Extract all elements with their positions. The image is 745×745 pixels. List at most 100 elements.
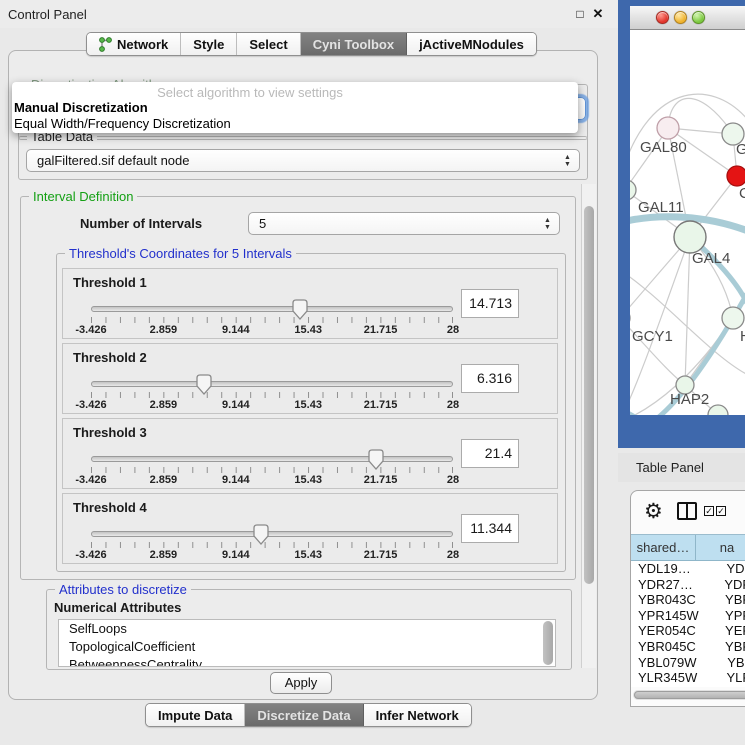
zoom-traffic-light-icon[interactable] — [692, 11, 705, 24]
threshold-1-slider[interactable] — [91, 306, 453, 312]
slider-ticks — [91, 317, 453, 323]
tab-network-label: Network — [117, 37, 168, 52]
control-panel-tabs: Network Style Select Cyni Toolbox jActiv… — [86, 32, 537, 56]
table-data-combobox[interactable]: galFiltered.sif default node ▲▼ — [26, 149, 580, 172]
scale-label: 2.859 — [150, 474, 178, 486]
threshold-4-box: Threshold 4 -3.426 2.859 9.144 15.43 21.… — [62, 493, 558, 564]
attributes-group-label: Attributes to discretize — [55, 582, 191, 597]
slider-ticks — [91, 392, 453, 398]
table-data-value: galFiltered.sif default node — [37, 153, 189, 168]
tab-select[interactable]: Select — [237, 33, 300, 55]
minimize-traffic-light-icon[interactable] — [674, 11, 687, 24]
table-row[interactable]: YLR345W YLR3 — [631, 670, 745, 686]
table-header-row: shared… na — [631, 534, 745, 561]
tab-select-label: Select — [249, 37, 287, 52]
threshold-3-slider[interactable] — [91, 456, 453, 462]
scale-label: 2.859 — [150, 549, 178, 561]
tab-style-label: Style — [193, 37, 224, 52]
node-label-gal4: GAL4 — [692, 250, 730, 267]
tab-network[interactable]: Network — [87, 33, 181, 55]
table-hscrollbar-track[interactable] — [633, 690, 745, 700]
cell-shared-name: YPR145W — [631, 608, 718, 624]
close-traffic-light-icon[interactable] — [656, 11, 669, 24]
thresholds-group-label: Threshold's Coordinates for 5 Intervals — [65, 246, 296, 261]
attributes-scrollbar-thumb[interactable] — [543, 621, 553, 665]
scale-label: -3.426 — [75, 474, 106, 486]
column-header-name[interactable]: na — [696, 535, 745, 561]
select-all-checkbox-icon[interactable]: ✓ — [704, 506, 714, 516]
node-bottom-partial[interactable] — [708, 405, 728, 415]
column-header-shared-name[interactable]: shared… — [631, 535, 696, 561]
network-canvas[interactable]: GAL80 G C GAL11 GAL4 GCY1 H HAP2 — [630, 30, 745, 415]
apply-button[interactable]: Apply — [270, 672, 332, 694]
slider-scale: -3.426 2.859 9.144 15.43 21.715 28 — [91, 399, 453, 413]
cell-shared-name: YER054C — [631, 623, 718, 639]
table-row[interactable]: YDR27… YDR2 — [631, 577, 745, 593]
table-row[interactable]: YBR043C YBR0 — [631, 592, 745, 608]
node-label-partial-g: G — [736, 141, 745, 158]
cell-name: YBL0 — [720, 655, 745, 671]
list-item-selfloops[interactable]: SelfLoops — [59, 620, 555, 638]
combo-stepper-icon: ▲▼ — [563, 154, 572, 168]
table-row[interactable]: YIL052C YIL0 — [631, 686, 745, 687]
num-intervals-value: 5 — [259, 216, 266, 231]
menu-item-manual-discretization[interactable]: Manual Discretization — [14, 100, 148, 115]
table-row[interactable]: YDL19… YDL1 — [631, 561, 745, 577]
scale-label: 28 — [447, 399, 459, 411]
threshold-4-label: Threshold 4 — [73, 500, 147, 515]
cell-shared-name: YDR27… — [631, 577, 717, 593]
tab-discretize-data[interactable]: Discretize Data — [245, 704, 363, 726]
cell-name: YPR1 — [718, 608, 745, 624]
menu-item-equal-width-frequency[interactable]: Equal Width/Frequency Discretization — [14, 116, 231, 131]
node-gal4[interactable] — [674, 221, 706, 253]
threshold-4-value-field[interactable]: 11.344 — [461, 514, 519, 543]
interval-definition-label: Interval Definition — [29, 189, 137, 204]
threshold-2-slider[interactable] — [91, 381, 453, 387]
scale-label: 15.43 — [294, 324, 322, 336]
scale-label: 21.715 — [364, 399, 398, 411]
slider-scale: -3.426 2.859 9.144 15.43 21.715 28 — [91, 474, 453, 488]
table-hscrollbar-thumb[interactable] — [634, 691, 745, 699]
scale-label: 28 — [447, 474, 459, 486]
list-item-betweennesscentrality[interactable]: BetweennessCentrality — [59, 656, 555, 667]
threshold-1-box: Threshold 1 -3.426 2.859 9.144 15.43 21.… — [62, 268, 558, 339]
threshold-1-value-field[interactable]: 14.713 — [461, 289, 519, 318]
select-none-checkbox-icon[interactable]: ✓ — [716, 506, 726, 516]
threshold-3-value-field[interactable]: 21.4 — [461, 439, 519, 468]
scale-label: 21.715 — [364, 324, 398, 336]
scale-label: -3.426 — [75, 399, 106, 411]
node-label-gal80: GAL80 — [640, 139, 687, 156]
numerical-attributes-list[interactable]: SelfLoops TopologicalCoefficient Between… — [58, 619, 556, 667]
tab-jactivemnodules[interactable]: jActiveMNodules — [407, 33, 536, 55]
node-right-middle[interactable] — [722, 307, 744, 329]
tab-cyni-toolbox[interactable]: Cyni Toolbox — [301, 33, 407, 55]
table-row[interactable]: YBR045C YBR0 — [631, 639, 745, 655]
tab-jactivemnodules-label: jActiveMNodules — [419, 37, 524, 52]
close-window-icon[interactable]: ✕ — [590, 6, 606, 22]
float-window-icon[interactable]: □ — [572, 6, 588, 22]
threshold-4-slider[interactable] — [91, 531, 453, 537]
gear-icon[interactable]: ⚙ — [644, 499, 663, 524]
table-row[interactable]: YPR145W YPR1 — [631, 608, 745, 624]
tab-impute-data-label: Impute Data — [158, 708, 232, 723]
columns-icon[interactable] — [677, 502, 697, 520]
cell-name: YIL0 — [724, 686, 745, 687]
tab-style[interactable]: Style — [181, 33, 237, 55]
list-item-topologicalcoefficient[interactable]: TopologicalCoefficient — [59, 638, 555, 656]
cell-shared-name: YBL079W — [631, 655, 720, 671]
tab-infer-network[interactable]: Infer Network — [364, 704, 471, 726]
node-gal80[interactable] — [657, 117, 679, 139]
num-intervals-combobox[interactable]: 5 ▲▼ — [248, 212, 560, 235]
network-graph: GAL80 G C GAL11 GAL4 GCY1 H HAP2 — [630, 30, 745, 415]
node-selected-red[interactable] — [727, 166, 745, 186]
table-row[interactable]: YBL079W YBL0 — [631, 655, 745, 671]
node-label-gcy1: GCY1 — [632, 328, 673, 345]
cell-name: YER0 — [718, 623, 745, 639]
node-label-hap2: HAP2 — [670, 391, 709, 408]
threshold-2-label: Threshold 2 — [73, 350, 147, 365]
main-scrollbar-thumb[interactable] — [584, 206, 594, 584]
node-label-gal11: GAL11 — [638, 199, 684, 216]
threshold-2-value-field[interactable]: 6.316 — [461, 364, 519, 393]
tab-impute-data[interactable]: Impute Data — [146, 704, 245, 726]
table-row[interactable]: YER054C YER0 — [631, 623, 745, 639]
